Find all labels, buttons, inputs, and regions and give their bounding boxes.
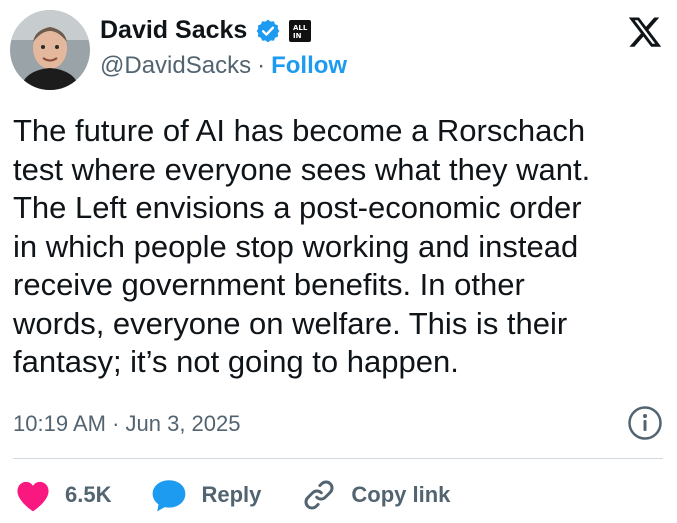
x-logo-icon[interactable] [627, 14, 663, 50]
handle-separator: · [257, 52, 266, 79]
affiliation-badge-icon[interactable]: ALL IN [289, 19, 312, 42]
link-icon [299, 477, 339, 513]
tweet-text: The future of AI has become a Rorschach … [13, 113, 591, 379]
follow-button[interactable]: Follow [271, 52, 347, 80]
reply-label: Reply [201, 482, 262, 507]
tweet-timestamp[interactable]: 10:19 AM · Jun 3, 2025 [13, 411, 241, 437]
action-bar: 6.5K Reply Copy link [13, 473, 488, 517]
avatar[interactable] [10, 10, 90, 90]
like-button[interactable]: 6.5K [13, 477, 111, 513]
heart-icon [13, 477, 53, 513]
author-name-row: David Sacks ALL IN [100, 16, 312, 45]
reply-button[interactable]: Reply [149, 477, 261, 513]
verified-badge-icon[interactable] [255, 18, 281, 44]
copy-link-label: Copy link [351, 482, 451, 507]
author-name[interactable]: David Sacks [100, 16, 247, 45]
svg-text:ALL: ALL [293, 24, 308, 32]
reply-bubble-icon [149, 477, 189, 513]
like-count: 6.5K [65, 482, 112, 507]
copy-link-button[interactable]: Copy link [299, 477, 450, 513]
svg-text:IN: IN [293, 32, 302, 40]
author-handle-row: @DavidSacks · Follow [100, 52, 347, 80]
tweet-card: David Sacks ALL IN @DavidSacks · Follow … [0, 0, 677, 523]
divider [13, 458, 663, 459]
author-handle[interactable]: @DavidSacks [100, 52, 251, 80]
info-icon[interactable] [627, 405, 663, 441]
